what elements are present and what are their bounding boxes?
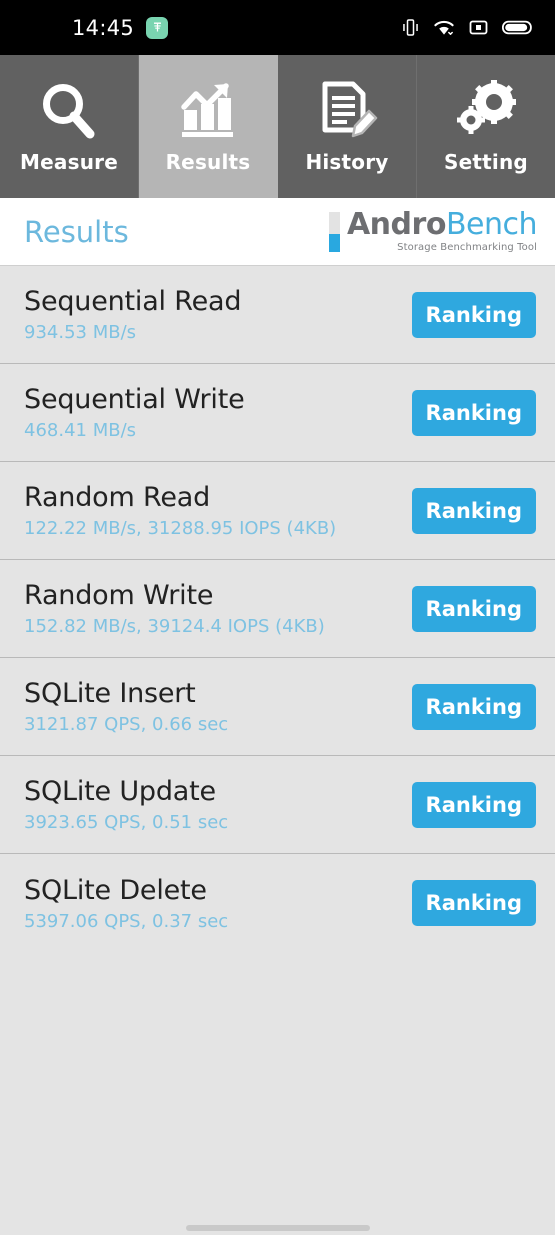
ranking-button[interactable]: Ranking: [411, 487, 536, 534]
logo-word-bench: Bench: [445, 207, 538, 242]
table-row: SQLite Update 3923.65 QPS, 0.51 sec Rank…: [0, 756, 555, 854]
table-row: Random Read 122.22 MB/s, 31288.95 IOPS (…: [0, 462, 555, 560]
tab-results-label: Results: [165, 149, 251, 174]
table-row: Sequential Write 468.41 MB/s Ranking: [0, 364, 555, 462]
row-text-group: Random Read 122.22 MB/s, 31288.95 IOPS (…: [24, 482, 336, 539]
app-glyph-icon: [153, 22, 161, 32]
status-bar-right: [402, 18, 533, 37]
table-row: Sequential Read 934.53 MB/s Ranking: [0, 266, 555, 364]
document-pencil-icon: [315, 80, 379, 142]
tab-setting-label: Setting: [444, 149, 528, 174]
status-bar: 14:45: [0, 0, 555, 55]
tab-history[interactable]: History: [278, 55, 417, 198]
ranking-button[interactable]: Ranking: [411, 880, 536, 926]
screen-record-icon: [469, 20, 488, 35]
vibrate-icon: [403, 19, 418, 36]
main-tab-bar: Measure Results History Setting: [0, 55, 555, 198]
logo-word-andro: Andro: [346, 207, 446, 242]
logo-accent-bar: [328, 211, 340, 252]
tab-setting[interactable]: Setting: [417, 55, 555, 198]
ranking-button[interactable]: Ranking: [411, 291, 536, 338]
page-header: Results AndroBench Storage Benchmarking …: [0, 198, 555, 266]
row-text-group: Sequential Read 934.53 MB/s: [24, 286, 241, 343]
benchmark-name: Sequential Write: [24, 384, 245, 415]
home-indicator[interactable]: [186, 1225, 370, 1231]
page-title: Results: [24, 214, 129, 249]
row-text-group: Random Write 152.82 MB/s, 39124.4 IOPS (…: [24, 580, 325, 637]
row-text-group: SQLite Delete 5397.06 QPS, 0.37 sec: [24, 875, 228, 932]
ranking-button[interactable]: Ranking: [411, 781, 536, 828]
benchmark-value: 468.41 MB/s: [24, 420, 137, 441]
tab-measure-label: Measure: [20, 149, 118, 174]
benchmark-value: 3121.87 QPS, 0.66 sec: [24, 714, 229, 735]
wifi-icon: [434, 20, 454, 35]
androbench-logo: AndroBench Storage Benchmarking Tool: [328, 207, 538, 253]
results-list: Sequential Read 934.53 MB/s Ranking Sequ…: [0, 266, 555, 952]
benchmark-name: SQLite Delete: [24, 874, 207, 906]
status-bar-left: 14:45: [72, 15, 169, 40]
status-bar-clock: 14:45: [72, 15, 135, 40]
benchmark-name: SQLite Insert: [24, 678, 196, 709]
battery-icon: [502, 20, 532, 35]
row-text-group: SQLite Insert 3121.87 QPS, 0.66 sec: [24, 678, 228, 735]
benchmark-name: Random Write: [24, 580, 214, 611]
bar-chart-arrow-icon: [176, 80, 240, 142]
logo-wordmark: AndroBench: [346, 207, 538, 242]
table-row: Random Write 152.82 MB/s, 39124.4 IOPS (…: [0, 560, 555, 658]
benchmark-value: 934.53 MB/s: [24, 322, 137, 343]
notification-app-icon: [146, 16, 169, 39]
benchmark-value: 3923.65 QPS, 0.51 sec: [24, 812, 229, 833]
benchmark-name: SQLite Update: [24, 776, 216, 807]
benchmark-name: Random Read: [24, 482, 211, 513]
benchmark-value: 5397.06 QPS, 0.37 sec: [24, 910, 229, 932]
magnifier-icon: [37, 80, 101, 142]
table-row: SQLite Delete 5397.06 QPS, 0.37 sec Rank…: [0, 854, 555, 952]
ranking-button[interactable]: Ranking: [411, 585, 536, 632]
tab-measure[interactable]: Measure: [0, 55, 139, 198]
benchmark-value: 152.82 MB/s, 39124.4 IOPS (4KB): [24, 616, 325, 637]
phone-screen: 14:45 Measure Results History Setting Re…: [0, 0, 555, 1235]
logo-text-block: AndroBench Storage Benchmarking Tool: [346, 207, 538, 253]
row-text-group: Sequential Write 468.41 MB/s: [24, 384, 245, 441]
row-text-group: SQLite Update 3923.65 QPS, 0.51 sec: [24, 776, 228, 833]
logo-tagline: Storage Benchmarking Tool: [397, 242, 537, 253]
gears-icon: [454, 79, 518, 142]
table-row: SQLite Insert 3121.87 QPS, 0.66 sec Rank…: [0, 658, 555, 756]
tab-results[interactable]: Results: [139, 55, 278, 198]
ranking-button[interactable]: Ranking: [411, 683, 536, 730]
tab-history-label: History: [305, 149, 389, 174]
benchmark-name: Sequential Read: [24, 286, 242, 317]
benchmark-value: 122.22 MB/s, 31288.95 IOPS (4KB): [24, 518, 337, 539]
ranking-button[interactable]: Ranking: [411, 389, 536, 436]
